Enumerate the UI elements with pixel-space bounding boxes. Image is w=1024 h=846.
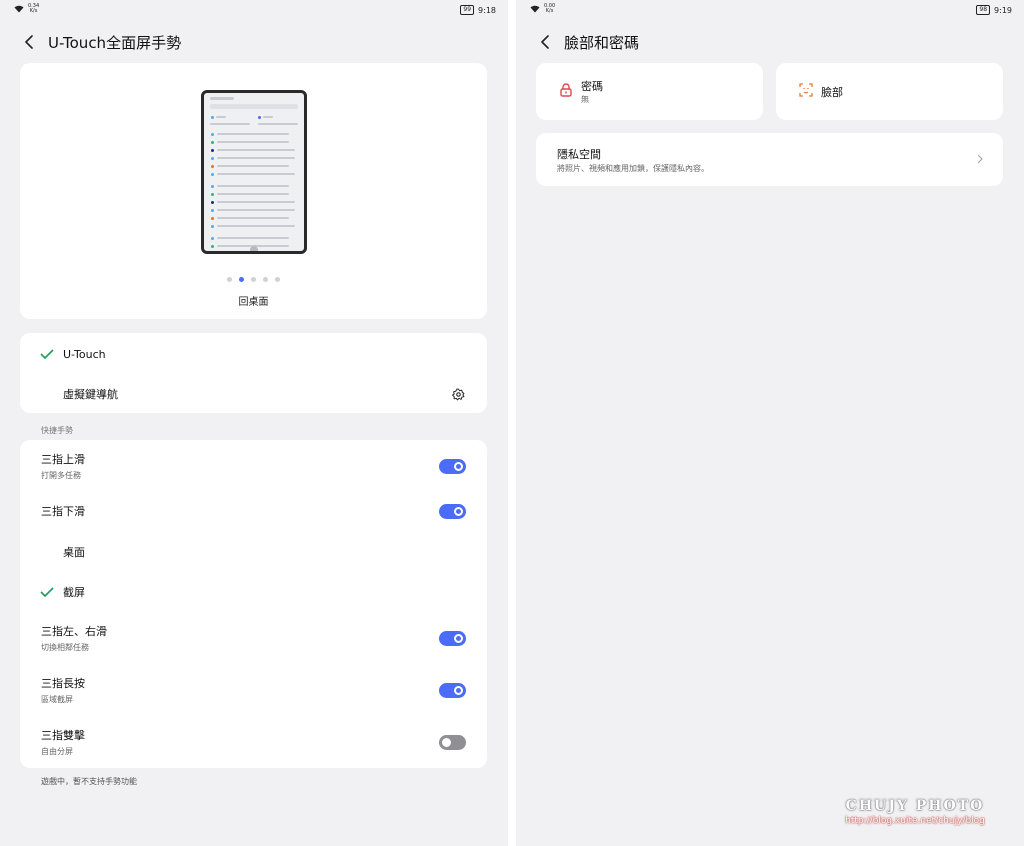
privacy-title: 隱私空間 — [557, 148, 601, 161]
watermark-url: http://blog.xuite.net/chujy/blog — [845, 816, 985, 826]
pager-dot[interactable] — [263, 277, 268, 282]
chevron-right-icon — [975, 153, 985, 165]
privacy-description: 將照片、視頻和應用加鎖，保護隱私內容。 — [557, 164, 709, 173]
footnote: 遊戲中，暫不支持手勢功能 — [41, 777, 137, 786]
section-label-shortcuts: 快捷手勢 — [41, 426, 73, 435]
navigation-mode-card: U-Touch 虛擬鍵導航 — [20, 333, 487, 413]
network-speed: 0.34 K/s — [28, 3, 40, 14]
wifi-icon — [14, 5, 24, 13]
gesture-handle — [250, 246, 258, 251]
checkmark-icon — [40, 347, 54, 361]
gesture-three-finger-down[interactable]: 三指下滑 — [20, 502, 487, 520]
preview-caption: 回桌面 — [238, 297, 269, 308]
preview-pager — [20, 277, 487, 282]
page-header: U-Touch全面屏手勢 — [20, 28, 181, 56]
gesture-three-finger-hold[interactable]: 三指長按 區域截屏 — [20, 676, 487, 704]
privacy-space-item[interactable]: 隱私空間 將照片、視頻和應用加鎖，保護隱私內容。 — [536, 133, 1003, 186]
option-desktop[interactable]: 桌面 — [20, 543, 487, 561]
network-indicator: 0.00 K/s — [530, 4, 555, 14]
page-title: 臉部和密碼 — [564, 33, 640, 52]
battery-icon: 99 — [460, 5, 475, 15]
nav-option-virtual-keys[interactable]: 虛擬鍵導航 — [20, 385, 487, 403]
gesture-three-finger-up[interactable]: 三指上滑 打開多任務 — [20, 452, 487, 480]
toggle-switch-off[interactable] — [439, 734, 466, 750]
password-title: 密碼 — [581, 80, 603, 93]
left-screen: 0.34 K/s 99 9:18 U-Touch全面屏手勢 回桌面 U-Touc… — [0, 0, 508, 846]
face-scan-icon — [798, 82, 814, 98]
back-arrow-icon[interactable] — [536, 33, 554, 51]
clock: 9:18 — [478, 5, 496, 15]
battery-icon: 98 — [976, 5, 991, 15]
toggle-switch[interactable] — [439, 503, 466, 519]
tablet-illustration — [201, 90, 307, 254]
status-bar: 0.34 K/s 99 9:18 — [0, 0, 508, 20]
face-tile[interactable]: 臉部 — [776, 63, 1003, 120]
gesture-three-finger-double-tap[interactable]: 三指雙擊 自由分屏 — [20, 728, 487, 756]
network-speed: 0.00 K/s — [544, 3, 556, 14]
back-arrow-icon[interactable] — [20, 33, 38, 51]
wifi-icon — [530, 5, 540, 13]
page-header: 臉部和密碼 — [536, 28, 639, 56]
toggle-switch[interactable] — [439, 458, 466, 474]
gesture-preview-card[interactable]: 回桌面 — [20, 63, 487, 319]
nav-option-label: 虛擬鍵導航 — [63, 388, 118, 401]
option-screenshot[interactable]: 截屏 — [20, 583, 487, 601]
lock-icon — [558, 82, 574, 98]
watermark: CHUJY PHOTO http://blog.xuite.net/chujy/… — [820, 798, 1010, 826]
status-bar: 0.00 K/s 98 9:19 — [516, 0, 1024, 20]
nav-option-utouch[interactable]: U-Touch — [20, 345, 487, 363]
gear-icon[interactable] — [451, 387, 465, 401]
nav-option-label: U-Touch — [63, 347, 106, 361]
face-title: 臉部 — [821, 86, 843, 99]
pager-dot-active[interactable] — [239, 277, 244, 282]
clock: 9:19 — [994, 5, 1012, 15]
network-indicator: 0.34 K/s — [14, 4, 39, 14]
right-screen: 0.00 K/s 98 9:19 臉部和密碼 密碼 無 臉部 隱私空間 將照片、… — [516, 0, 1024, 846]
gesture-three-finger-side[interactable]: 三指左、右滑 切換相鄰任務 — [20, 624, 487, 652]
pager-dot[interactable] — [227, 277, 232, 282]
pager-dot[interactable] — [275, 277, 280, 282]
gesture-list-card: 三指上滑 打開多任務 三指下滑 桌面 截屏 三指左、右滑 切換相鄰任務 三指長按… — [20, 440, 487, 768]
watermark-brand: CHUJY PHOTO — [845, 798, 985, 814]
toggle-switch[interactable] — [439, 682, 466, 698]
pager-dot[interactable] — [251, 277, 256, 282]
checkmark-icon — [40, 585, 54, 599]
page-title: U-Touch全面屏手勢 — [48, 33, 182, 52]
toggle-switch[interactable] — [439, 630, 466, 646]
password-status: 無 — [581, 95, 589, 104]
password-tile[interactable]: 密碼 無 — [536, 63, 763, 120]
